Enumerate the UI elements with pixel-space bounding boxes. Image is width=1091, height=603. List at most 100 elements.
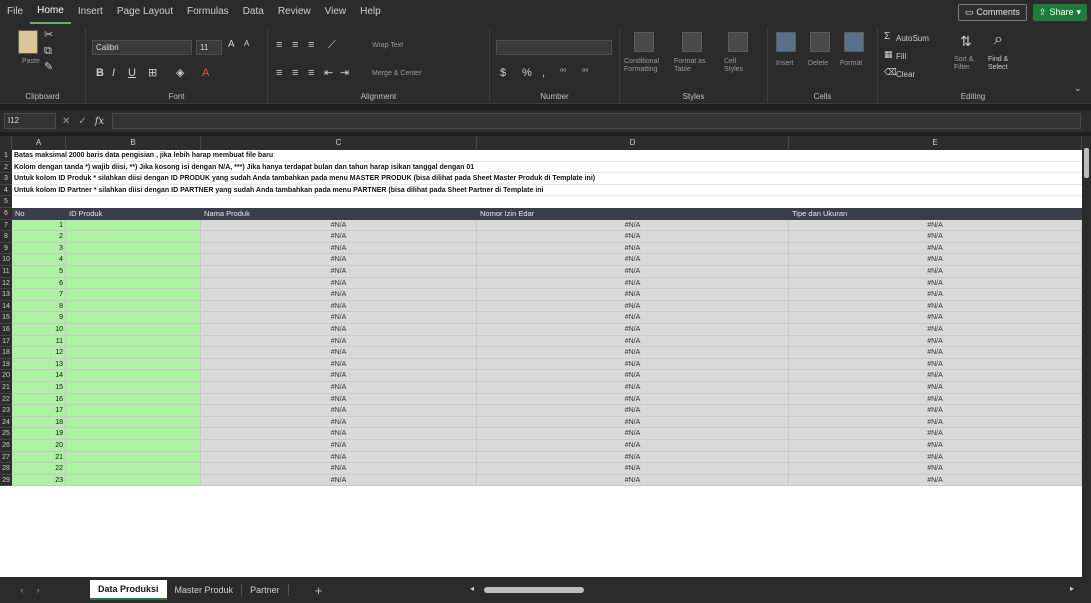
cell-nama-produk[interactable]: #N/A: [201, 335, 477, 348]
cell-id-produk[interactable]: [66, 416, 201, 429]
cell-tipe-ukuran[interactable]: #N/A: [789, 428, 1082, 440]
paste-icon[interactable]: [18, 30, 38, 54]
cell-tipe-ukuran[interactable]: #N/A: [789, 289, 1082, 301]
cell-no[interactable]: 15: [12, 382, 66, 394]
decrease-indent-icon[interactable]: ⇤: [324, 68, 333, 79]
header-no[interactable]: No: [12, 208, 66, 220]
menu-file[interactable]: File: [0, 0, 30, 24]
copy-icon[interactable]: ⧉: [44, 46, 52, 57]
cell-no[interactable]: 9: [12, 312, 66, 324]
cell-nama-produk[interactable]: #N/A: [201, 242, 477, 255]
row-header[interactable]: 22: [0, 393, 12, 406]
cell-id-produk[interactable]: [66, 463, 201, 475]
cell-tipe-ukuran[interactable]: #N/A: [789, 358, 1082, 371]
cell-id-produk[interactable]: [66, 300, 201, 313]
cell-nomor-izin-edar[interactable]: #N/A: [477, 370, 789, 382]
cell-no[interactable]: 6: [12, 277, 66, 290]
cell-tipe-ukuran[interactable]: #N/A: [789, 335, 1082, 348]
row-header[interactable]: 29: [0, 474, 12, 487]
sort-filter-icon[interactable]: ⇅: [960, 34, 972, 48]
scroll-left-icon[interactable]: ◂: [470, 585, 474, 593]
cell-id-produk[interactable]: [66, 266, 201, 278]
cell-id-produk[interactable]: [66, 231, 201, 243]
cell-tipe-ukuran[interactable]: #N/A: [789, 405, 1082, 417]
wrap-text-button[interactable]: Wrap Text: [372, 42, 403, 49]
cell-nomor-izin-edar[interactable]: #N/A: [477, 289, 789, 301]
cell-nama-produk[interactable]: #N/A: [201, 393, 477, 406]
function-icon[interactable]: fx: [95, 116, 104, 127]
row-header[interactable]: 9: [0, 242, 12, 255]
conditional-formatting-icon[interactable]: [634, 32, 654, 52]
collapse-ribbon-icon[interactable]: ⌄: [1074, 84, 1082, 93]
italic-icon[interactable]: I: [112, 68, 115, 79]
vertical-scrollbar[interactable]: [1082, 136, 1091, 577]
share-button[interactable]: ⇪ Share ▾: [1032, 3, 1087, 21]
shrink-font-icon[interactable]: A: [244, 40, 249, 48]
cell-nomor-izin-edar[interactable]: #N/A: [477, 335, 789, 348]
row-header[interactable]: 14: [0, 300, 12, 313]
cell-nama-produk[interactable]: #N/A: [201, 382, 477, 394]
cell-nama-produk[interactable]: #N/A: [201, 347, 477, 359]
cell-tipe-ukuran[interactable]: #N/A: [789, 440, 1082, 452]
cell-nama-produk[interactable]: #N/A: [201, 463, 477, 475]
cell-tipe-ukuran[interactable]: #N/A: [789, 393, 1082, 406]
row-header[interactable]: 21: [0, 382, 12, 394]
cell-id-produk[interactable]: [66, 312, 201, 324]
cell-nama-produk[interactable]: #N/A: [201, 324, 477, 336]
cell-nama-produk[interactable]: #N/A: [201, 254, 477, 266]
row-header[interactable]: 17: [0, 335, 12, 348]
percent-icon[interactable]: %: [522, 68, 532, 79]
header-nama-produk[interactable]: Nama Produk: [201, 208, 477, 220]
select-all-corner[interactable]: [0, 136, 12, 150]
cell-nama-produk[interactable]: #N/A: [201, 219, 477, 232]
column-header-e[interactable]: E: [789, 136, 1082, 150]
cell-no[interactable]: 10: [12, 324, 66, 336]
cell-id-produk[interactable]: [66, 428, 201, 440]
next-sheet-icon[interactable]: ›: [30, 585, 46, 595]
cell-id-produk[interactable]: [66, 474, 201, 487]
cell-no[interactable]: 18: [12, 416, 66, 429]
cell-nama-produk[interactable]: #N/A: [201, 428, 477, 440]
cell-no[interactable]: 3: [12, 242, 66, 255]
scroll-right-icon[interactable]: ▸: [1070, 585, 1074, 593]
cell-no[interactable]: 17: [12, 405, 66, 417]
cell-no[interactable]: 11: [12, 335, 66, 348]
cell-nama-produk[interactable]: #N/A: [201, 300, 477, 313]
row-header[interactable]: 15: [0, 312, 12, 324]
autosum-icon[interactable]: Σ: [884, 32, 890, 42]
cell-no[interactable]: 5: [12, 266, 66, 278]
cell-tipe-ukuran[interactable]: #N/A: [789, 266, 1082, 278]
row-header[interactable]: 16: [0, 324, 12, 336]
cell-id-produk[interactable]: [66, 289, 201, 301]
cell-no[interactable]: 22: [12, 463, 66, 475]
row-header[interactable]: 23: [0, 405, 12, 417]
header-nomor-izin-edar[interactable]: Nomor Izin Edar: [477, 208, 789, 220]
cell-tipe-ukuran[interactable]: #N/A: [789, 382, 1082, 394]
cell-no[interactable]: 20: [12, 440, 66, 452]
cell-id-produk[interactable]: [66, 370, 201, 382]
cell-nomor-izin-edar[interactable]: #N/A: [477, 358, 789, 371]
row-header[interactable]: 6: [0, 208, 12, 220]
cell-tipe-ukuran[interactable]: #N/A: [789, 474, 1082, 487]
vertical-scroll-thumb[interactable]: [1084, 148, 1089, 178]
cell-nama-produk[interactable]: #N/A: [201, 370, 477, 382]
cell-nama-produk[interactable]: #N/A: [201, 440, 477, 452]
cell-tipe-ukuran[interactable]: #N/A: [789, 277, 1082, 290]
fill-color-icon[interactable]: ◈: [176, 68, 184, 79]
cell-id-produk[interactable]: [66, 440, 201, 452]
cell-tipe-ukuran[interactable]: #N/A: [789, 242, 1082, 255]
tab-data-produksi[interactable]: Data Produksi: [90, 580, 167, 600]
cell-nama-produk[interactable]: #N/A: [201, 277, 477, 290]
cell-tipe-ukuran[interactable]: #N/A: [789, 312, 1082, 324]
row-header[interactable]: 4: [0, 184, 12, 197]
cell-nomor-izin-edar[interactable]: #N/A: [477, 277, 789, 290]
row-header[interactable]: 3: [0, 173, 12, 185]
row-header[interactable]: 27: [0, 451, 12, 464]
format-painter-icon[interactable]: ✎: [44, 62, 53, 73]
cell-id-produk[interactable]: [66, 277, 201, 290]
cell-nomor-izin-edar[interactable]: #N/A: [477, 428, 789, 440]
cell-no[interactable]: 12: [12, 347, 66, 359]
horizontal-scrollbar[interactable]: ◂ ▸: [470, 585, 1080, 595]
row-header[interactable]: 19: [0, 358, 12, 371]
align-top-icon[interactable]: ≡: [276, 40, 282, 51]
